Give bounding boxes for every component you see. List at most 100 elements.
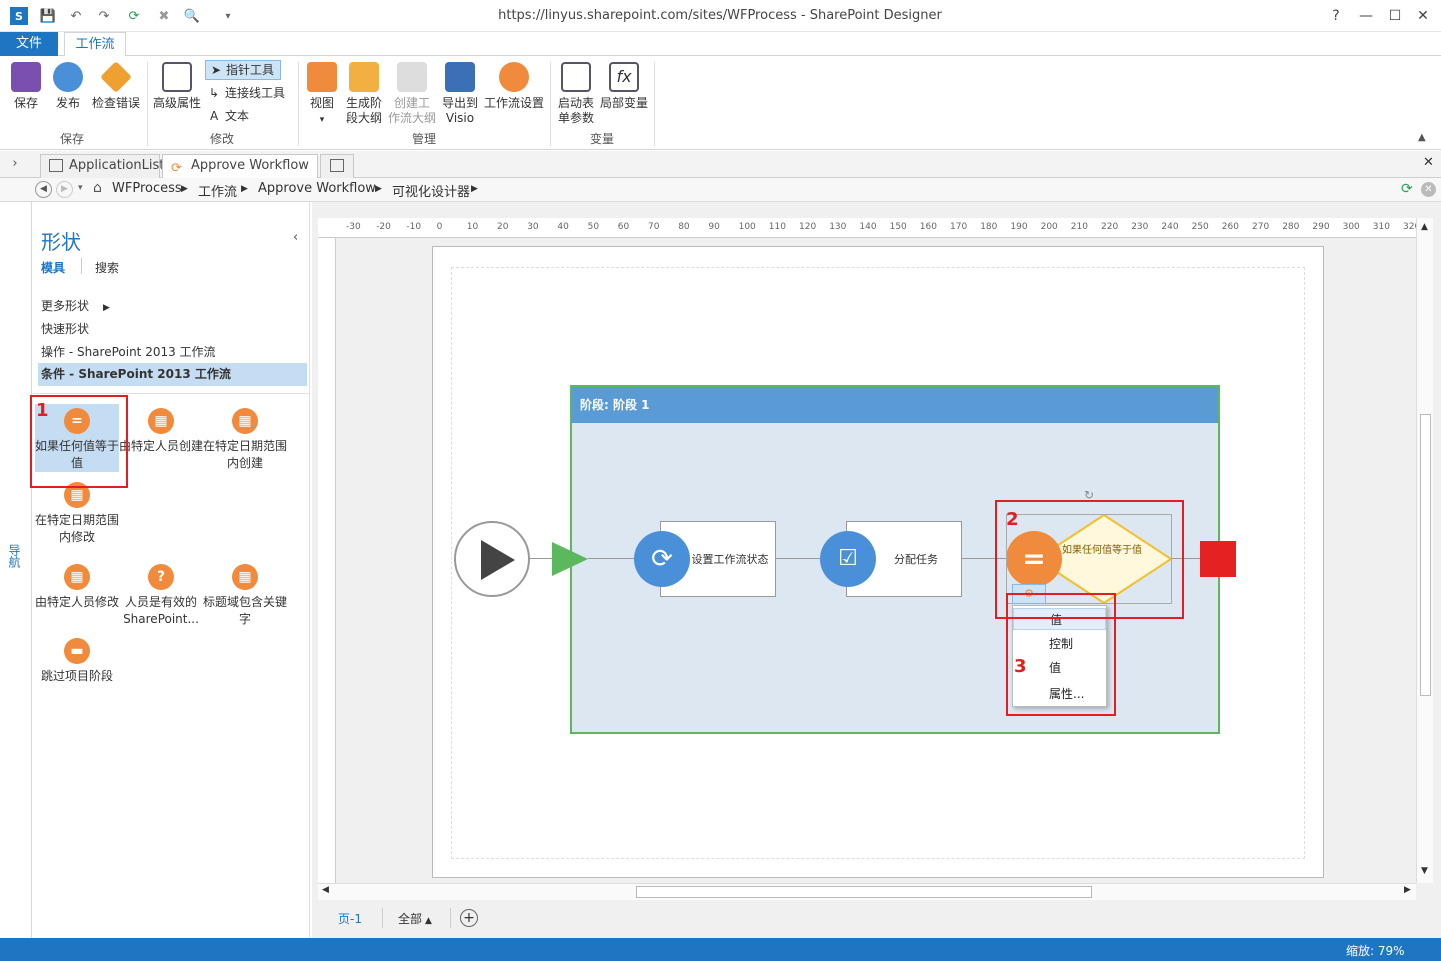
workflow-settings-button[interactable]: 工作流设置	[482, 62, 546, 111]
tab-stencils[interactable]: 模具	[41, 259, 65, 276]
refresh-icon[interactable]: ⟳	[126, 8, 142, 24]
calendar-icon: ▦	[232, 408, 258, 434]
initiation-form-button[interactable]: 启动表 单参数	[555, 62, 597, 126]
expand-nav-icon[interactable]: ›	[2, 153, 28, 175]
app-logo-icon: S	[10, 7, 28, 25]
tab-workflow[interactable]: 工作流	[64, 32, 126, 57]
group-label-manage: 管理	[411, 132, 436, 146]
shape-modified-by-person[interactable]: ▦ 由特定人员修改	[35, 564, 119, 611]
customize-qat-icon[interactable]: ▾	[220, 8, 236, 24]
generate-stage-outline-button[interactable]: 生成阶 段大纲	[342, 62, 386, 126]
check-errors-button[interactable]: 检查错误	[88, 61, 144, 111]
publish-button[interactable]: 发布	[50, 62, 86, 111]
stop-icon[interactable]: ✖	[156, 8, 172, 24]
stage-entry-icon	[552, 542, 588, 576]
save-button[interactable]: 保存	[8, 62, 44, 111]
list-icon	[49, 159, 63, 172]
collapse-ribbon-icon[interactable]: ▲	[1418, 132, 1426, 143]
horizontal-scroll-thumb[interactable]	[636, 886, 1092, 898]
properties-icon	[162, 62, 192, 92]
shape-skip-item-stage[interactable]: ▬ 跳过项目阶段	[35, 638, 119, 685]
shape-title-contains-keyword[interactable]: ▦ 标题域包含关键字	[203, 564, 287, 628]
pointer-tool-button[interactable]: ➤ 指针工具	[205, 60, 281, 80]
shapes-panel: 形状 ‹ 模具 搜索 更多形状 ▶ 快速形状 操作 - SharePoint 20…	[30, 202, 310, 938]
text-tool-button[interactable]: A 文本	[205, 107, 265, 127]
refresh-icon[interactable]: ⟳	[1401, 181, 1413, 197]
preview-icon[interactable]: 🔍	[184, 8, 200, 24]
vertical-scroll-thumb[interactable]	[1420, 414, 1431, 696]
tab-approve-workflow[interactable]: ⟳ Approve Workflow *	[162, 154, 318, 195]
save-icon[interactable]: 💾	[40, 8, 56, 24]
connector-tool-button[interactable]: ↳ 连接线工具	[205, 84, 295, 104]
shape-created-in-date-span[interactable]: ▦ 在特定日期范围内创建	[203, 408, 287, 472]
conditions-stencil-item[interactable]: 条件 - SharePoint 2013 工作流	[38, 363, 307, 386]
ruler-tick-label: 300	[1342, 222, 1360, 232]
help-button[interactable]: ?	[1325, 6, 1347, 26]
more-shapes-item[interactable]: 更多形状 ▶	[41, 297, 110, 314]
warning-icon	[100, 61, 132, 93]
views-button[interactable]: 视图 ▾	[304, 62, 340, 128]
scroll-right-icon[interactable]: ▶	[1404, 885, 1411, 895]
breadcrumb-item-approve-workflow[interactable]: Approve Workflow	[258, 181, 376, 196]
ruler-tick-label: 40	[557, 222, 569, 232]
group-label-variables: 变量	[589, 132, 614, 146]
all-pages-button[interactable]: 全部 ▲	[398, 910, 432, 927]
group-label-save: 保存	[59, 132, 84, 146]
ruler-tick-label: 230	[1131, 222, 1149, 232]
breadcrumb-item-site[interactable]: WFProcess	[112, 181, 182, 196]
person-form-icon: ▦	[148, 408, 174, 434]
shape-person-is-valid-user[interactable]: ? 人员是有效的SharePoint...	[119, 564, 203, 628]
zoom-level[interactable]: 缩放: 79%	[1346, 942, 1405, 959]
export-visio-button[interactable]: 导出到 Visio	[440, 62, 480, 126]
workflow-end-node[interactable]	[1200, 541, 1236, 577]
stage-header[interactable]: 阶段: 阶段 1	[572, 387, 1218, 423]
navigation-pane-collapsed[interactable]: 导航	[0, 202, 32, 938]
breadcrumb-separator-icon: ▶	[375, 184, 382, 194]
ruler-tick-label: 150	[889, 222, 907, 232]
new-tab-button[interactable]	[320, 154, 354, 178]
undo-icon[interactable]: ↶	[68, 8, 84, 24]
create-workflow-outline-button[interactable]: 创建工 作流大纲	[386, 62, 438, 126]
advanced-properties-button[interactable]: 高级属性	[151, 62, 203, 111]
quick-shapes-item[interactable]: 快速形状	[41, 320, 89, 337]
page-tab-1[interactable]: 页-1	[338, 910, 362, 927]
workflow-start-node[interactable]	[454, 521, 530, 597]
close-doc-icon[interactable]: ✕	[1423, 155, 1434, 170]
annotation-marker-1: 1	[36, 400, 49, 421]
tab-applicationlist[interactable]: ApplicationList	[40, 154, 164, 178]
shape-modified-in-date-span[interactable]: ▦ 在特定日期范围内修改	[35, 482, 119, 546]
minimize-icon[interactable]: —	[1355, 6, 1377, 26]
maximize-icon[interactable]: ☐	[1384, 6, 1406, 26]
floppy-icon	[11, 62, 41, 92]
add-page-icon[interactable]: +	[460, 909, 478, 927]
nav-label[interactable]: 导航	[6, 544, 23, 568]
tab-file[interactable]: 文件	[0, 32, 58, 56]
vertical-scrollbar[interactable]: ▲ ▼	[1416, 218, 1433, 883]
actions-stencil-item[interactable]: 操作 - SharePoint 2013 工作流	[41, 343, 216, 360]
stop-icon[interactable]: ✕	[1421, 182, 1436, 197]
breadcrumb-item-visual-designer[interactable]: 可视化设计器	[392, 181, 470, 200]
shape-created-by-person[interactable]: ▦ 由特定人员创建	[119, 408, 203, 455]
ruler-tick-label: 130	[829, 222, 847, 232]
local-variables-button[interactable]: fx 局部变量	[598, 62, 650, 111]
home-icon[interactable]: ⌂	[93, 180, 102, 196]
breadcrumb-item-workflows[interactable]: 工作流	[198, 181, 237, 200]
collapse-shapes-icon[interactable]: ‹	[293, 230, 298, 245]
history-dropdown-icon[interactable]: ▾	[78, 183, 83, 193]
tab-search[interactable]: 搜索	[95, 259, 119, 276]
ruler-tick-label: 160	[919, 222, 937, 232]
ruler-tick-label: -10	[406, 222, 422, 232]
ruler-tick-label: 120	[799, 222, 817, 232]
ruler-tick-label: 220	[1101, 222, 1119, 232]
scroll-up-icon[interactable]: ▲	[1421, 222, 1428, 232]
back-icon[interactable]: ◀	[35, 181, 52, 198]
scroll-down-icon[interactable]: ▼	[1421, 866, 1428, 876]
ruler-tick-label: 240	[1161, 222, 1179, 232]
horizontal-scrollbar[interactable]: ◀ ▶	[318, 883, 1416, 900]
title-bar: S 💾 ↶ ↷ ⟳ ✖ 🔍 ▾ https://linyus.sharepoin…	[0, 0, 1441, 32]
forward-icon[interactable]: ▶	[56, 181, 73, 198]
scroll-left-icon[interactable]: ◀	[322, 885, 329, 895]
close-icon[interactable]: ✕	[1412, 6, 1434, 26]
workflow-outline-icon	[397, 62, 427, 92]
redo-icon[interactable]: ↷	[96, 8, 112, 24]
